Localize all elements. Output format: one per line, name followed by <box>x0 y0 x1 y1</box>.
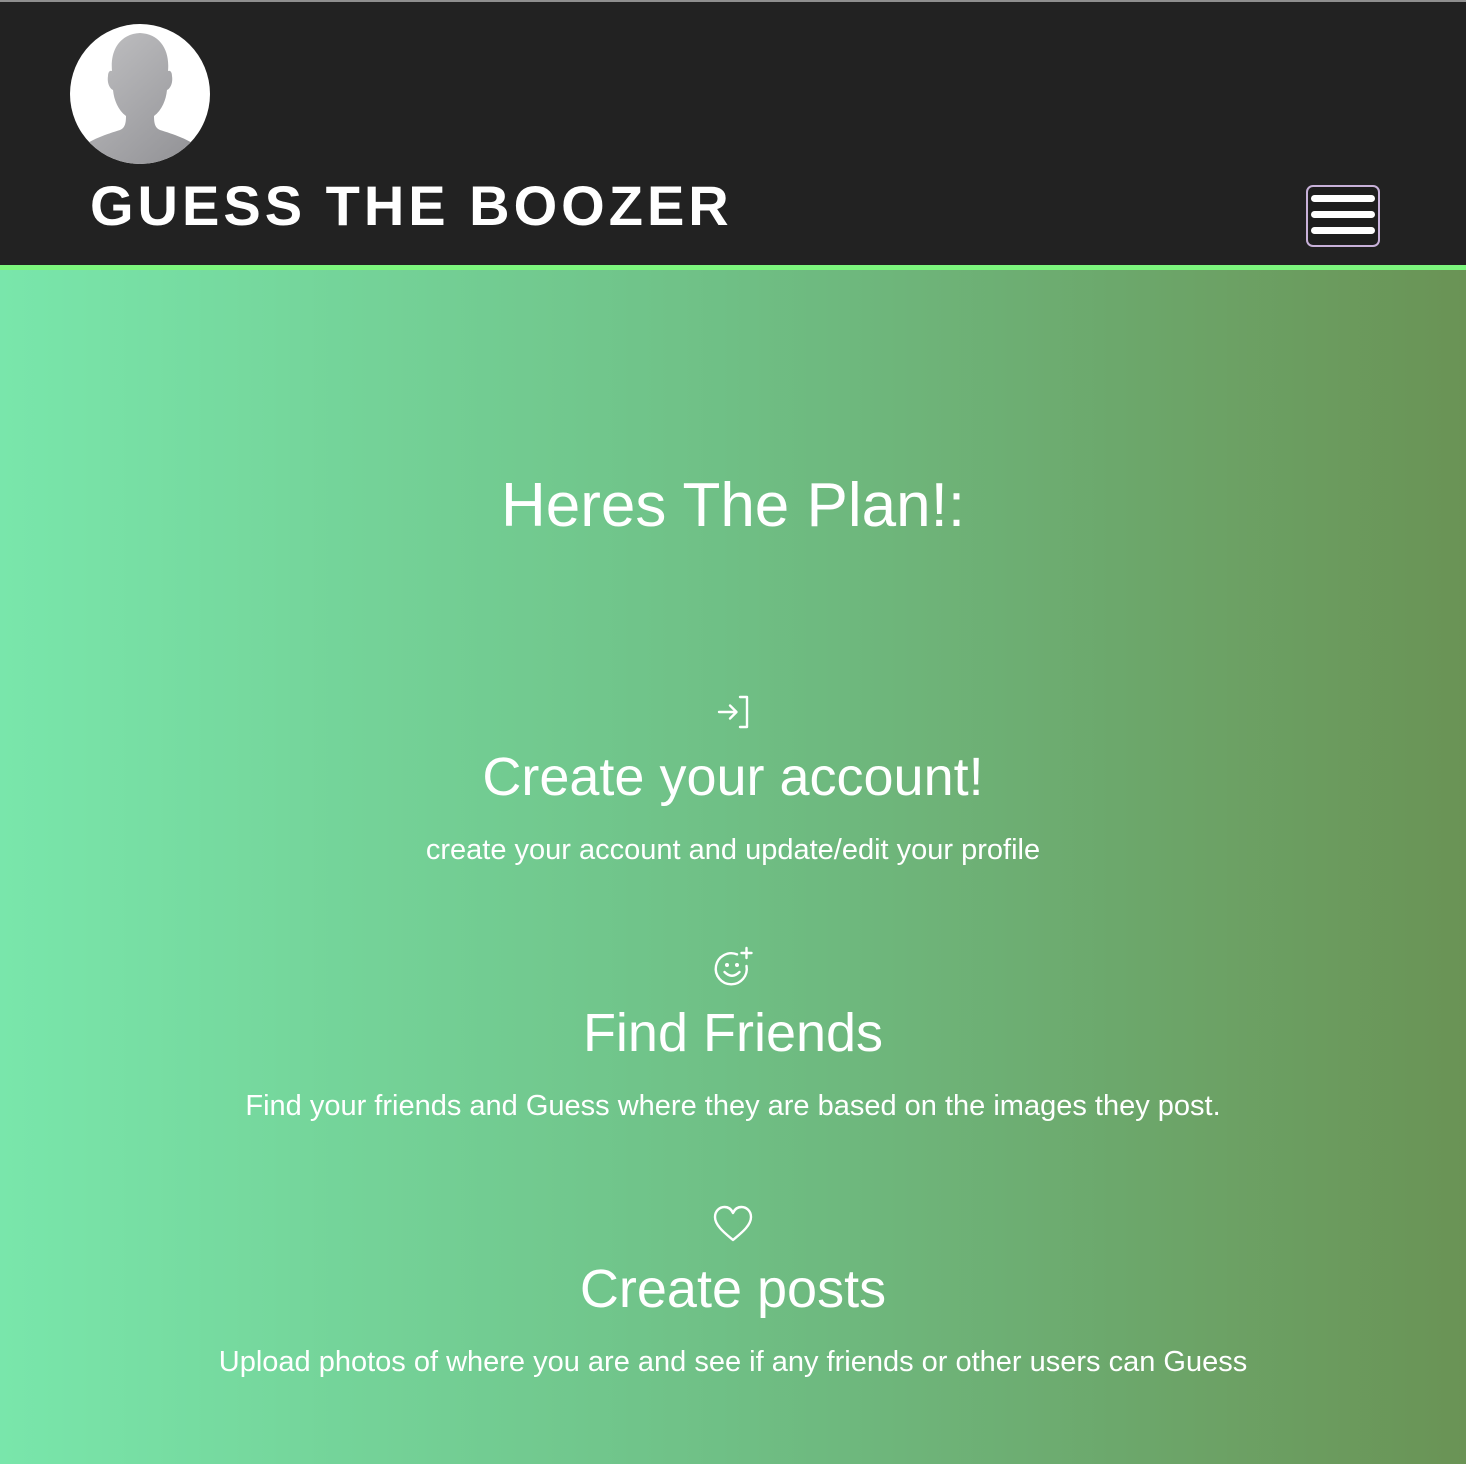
step-create-account: Create your account! create your account… <box>0 690 1466 868</box>
heart-icon <box>713 1205 753 1242</box>
profile-avatar[interactable] <box>70 24 210 164</box>
brand-title[interactable]: GUESS THE BOOZER <box>90 176 733 236</box>
navbar: GUESS THE BOOZER <box>0 2 1466 265</box>
navbar-accent-border <box>0 265 1466 270</box>
step-heading: Create your account! <box>482 747 984 807</box>
emoji-add-icon <box>714 946 753 986</box>
default-user-silhouette-icon <box>70 33 210 164</box>
step-heading: Find Friends <box>582 1003 884 1063</box>
step-heading: Create posts <box>579 1259 887 1319</box>
step-description: create your account and update/edit your… <box>425 834 1041 866</box>
step-description: Find your friends and Guess where they a… <box>245 1090 1221 1122</box>
step-description: Upload photos of where you are and see i… <box>218 1346 1248 1378</box>
step-create-posts: Create posts Upload photos of where you … <box>0 1202 1466 1380</box>
hamburger-icon <box>1311 195 1375 234</box>
step-find-friends: Find Friends Find your friends and Guess… <box>0 946 1466 1124</box>
menu-toggle-button[interactable] <box>1306 185 1380 247</box>
sign-in-icon <box>717 695 749 729</box>
plan-title: Heres The Plan!: <box>500 471 966 540</box>
